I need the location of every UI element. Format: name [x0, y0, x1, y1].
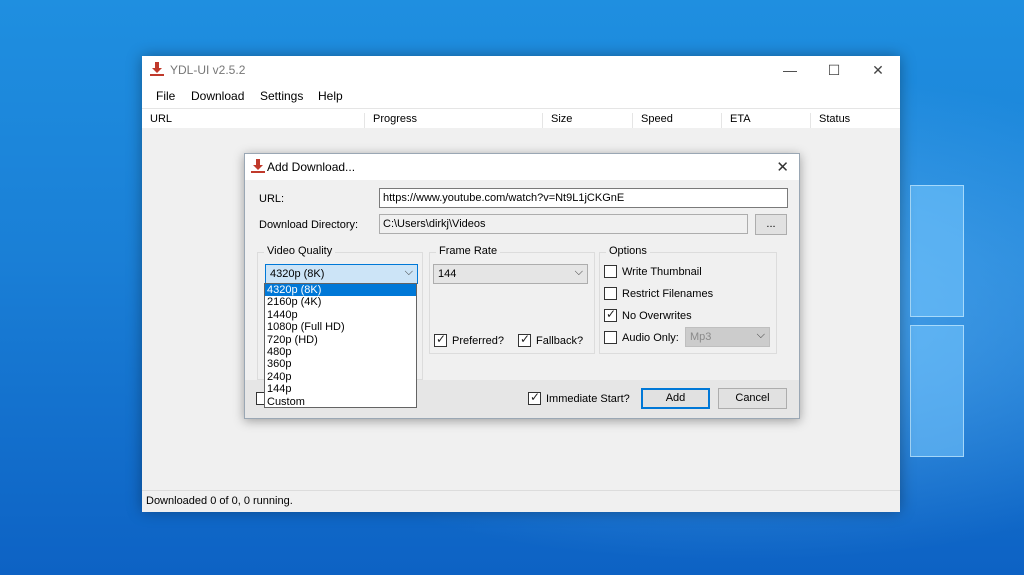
write-thumbnail-checkbox[interactable]	[604, 265, 617, 278]
video-quality-dropdown-list: 4320p (8K) 2160p (4K) 1440p 1080p (Full …	[264, 283, 417, 408]
audio-format-select[interactable]: Mp3 ⌵	[685, 327, 770, 347]
dialog-title-bar: Add Download... ✕	[245, 154, 799, 180]
immediate-start-checkbox[interactable]	[528, 390, 541, 405]
download-app-icon	[150, 62, 164, 79]
fallback-label[interactable]: Fallback?	[536, 335, 583, 347]
video-quality-title: Video Quality	[264, 245, 336, 257]
quality-option[interactable]: 4320p (8K)	[265, 284, 416, 297]
chevron-down-icon: ⌵	[574, 266, 583, 278]
column-eta[interactable]: ETA	[721, 113, 751, 129]
quality-option[interactable]: 240p	[265, 371, 416, 383]
status-text: Downloaded 0 of 0, 0 running.	[146, 495, 293, 507]
quality-option[interactable]: 480p	[265, 346, 416, 358]
frame-rate-title: Frame Rate	[436, 245, 501, 257]
window-title: YDL-UI v2.5.2	[170, 63, 246, 77]
download-directory-label: Download Directory:	[259, 219, 359, 231]
quality-option[interactable]: Custom	[265, 396, 416, 408]
options-title: Options	[606, 245, 650, 257]
video-quality-select[interactable]: 4320p (8K) ⌵	[265, 264, 418, 284]
quality-option[interactable]: 144p	[265, 383, 416, 395]
immediate-start-label[interactable]: Immediate Start?	[546, 393, 630, 405]
quality-option[interactable]: 360p	[265, 358, 416, 370]
restrict-filenames-label[interactable]: Restrict Filenames	[622, 288, 713, 300]
dialog-title: Add Download...	[267, 160, 356, 174]
column-size[interactable]: Size	[542, 113, 572, 129]
menu-help[interactable]: Help	[318, 89, 343, 103]
quality-option[interactable]: 1080p (Full HD)	[265, 321, 416, 333]
url-label: URL:	[259, 193, 285, 205]
download-directory-input[interactable]: C:\Users\dirkj\Videos	[379, 214, 748, 234]
quality-option[interactable]: 720p (HD)	[265, 334, 416, 346]
fallback-checkbox[interactable]	[518, 332, 531, 347]
url-input[interactable]: https://www.youtube.com/watch?v=Nt9L1jCK…	[379, 188, 788, 208]
no-overwrites-checkbox[interactable]	[604, 307, 617, 322]
menu-settings[interactable]: Settings	[260, 89, 303, 103]
chevron-down-icon: ⌵	[756, 329, 765, 341]
preferred-checkbox[interactable]	[434, 332, 447, 347]
audio-format-value: Mp3	[690, 331, 712, 343]
audio-only-label[interactable]: Audio Only:	[622, 332, 679, 344]
download-app-icon	[251, 159, 265, 176]
video-quality-value: 4320p (8K)	[270, 268, 325, 280]
no-overwrites-label[interactable]: No Overwrites	[622, 310, 692, 322]
write-thumbnail-label[interactable]: Write Thumbnail	[622, 266, 702, 278]
add-button[interactable]: Add	[641, 388, 710, 409]
menu-download[interactable]: Download	[191, 89, 244, 103]
title-bar: YDL-UI v2.5.2 — ☐ ✕	[142, 56, 900, 84]
audio-only-checkbox[interactable]	[604, 331, 617, 344]
column-progress[interactable]: Progress	[364, 113, 417, 129]
column-url[interactable]: URL	[142, 113, 172, 129]
preferred-label[interactable]: Preferred?	[452, 335, 504, 347]
close-button[interactable]: ✕	[856, 56, 900, 84]
maximize-button[interactable]: ☐	[812, 56, 856, 84]
minimize-button[interactable]: —	[768, 56, 812, 84]
menu-bar: File Download Settings Help	[142, 84, 900, 108]
status-bar: Downloaded 0 of 0, 0 running.	[142, 490, 900, 512]
frame-rate-select[interactable]: 144 ⌵	[433, 264, 588, 284]
dialog-close-button[interactable]: ✕	[776, 158, 789, 176]
download-list-header: URL Progress Size Speed ETA Status	[142, 108, 900, 130]
column-speed[interactable]: Speed	[632, 113, 673, 129]
cancel-button[interactable]: Cancel	[718, 388, 787, 409]
column-status[interactable]: Status	[810, 113, 850, 129]
frame-rate-value: 144	[438, 268, 457, 280]
quality-option[interactable]: 2160p (4K)	[265, 296, 416, 308]
menu-file[interactable]: File	[156, 89, 175, 103]
quality-option[interactable]: 1440p	[265, 309, 416, 321]
windows-logo	[900, 185, 1024, 485]
restrict-filenames-checkbox[interactable]	[604, 287, 617, 300]
chevron-down-icon: ⌵	[404, 266, 413, 278]
browse-button[interactable]: ...	[755, 214, 787, 235]
